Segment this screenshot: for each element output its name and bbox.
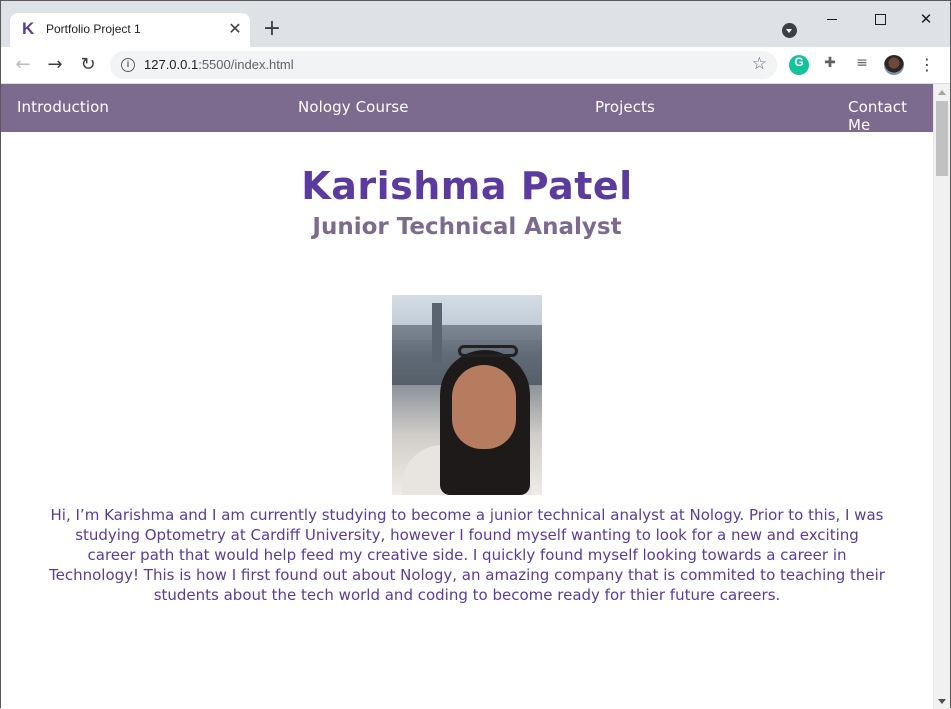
k-favicon-icon: K: [22, 19, 35, 38]
site-nav: Introduction Nology Course Projects Cont…: [1, 84, 933, 134]
scroll-thumb[interactable]: [936, 101, 948, 176]
media-control-icon[interactable]: ≡: [852, 55, 872, 75]
nav-link-nology-course[interactable]: Nology Course: [298, 98, 409, 116]
new-tab-button[interactable]: +: [260, 17, 284, 41]
tab-search-icon[interactable]: [782, 23, 797, 38]
minimize-button[interactable]: [809, 7, 855, 33]
window-close-button[interactable]: ✕: [903, 7, 949, 33]
profile-avatar-icon[interactable]: [884, 55, 904, 75]
page-title: Karishma Patel: [301, 164, 633, 208]
tab-title: Portfolio Project 1: [46, 22, 141, 36]
nav-link-contact[interactable]: Contact Me: [848, 98, 933, 134]
grammarly-icon[interactable]: G: [789, 55, 809, 75]
more-vert-icon[interactable]: ⋮: [917, 55, 937, 75]
photo-tower: [432, 303, 442, 363]
url-path: :5500/index.html: [198, 57, 294, 72]
back-arrow-icon[interactable]: ←: [11, 53, 35, 77]
address-bar[interactable]: i 127.0.0.1:5500/index.html ☆: [110, 51, 777, 79]
profile-photo: [392, 295, 542, 495]
star-icon[interactable]: ☆: [752, 54, 767, 74]
url-text[interactable]: 127.0.0.1:5500/index.html: [144, 57, 294, 72]
browser-window: K Portfolio Project 1 ✕ + ✕ ← → ↻ i 127.…: [0, 0, 951, 709]
maximize-button[interactable]: [857, 7, 903, 33]
photo-face: [452, 365, 516, 449]
browser-toolbar: ← → ↻ i 127.0.0.1:5500/index.html ☆ G ✚ …: [1, 47, 950, 84]
reload-icon[interactable]: ↻: [76, 53, 100, 77]
page-viewport: Introduction Nology Course Projects Cont…: [1, 84, 933, 709]
tab-strip: K Portfolio Project 1 ✕ + ✕: [1, 1, 950, 47]
scroll-down-icon[interactable]: [938, 699, 946, 704]
info-icon[interactable]: i: [121, 58, 135, 72]
bio-paragraph: Hi, I’m Karishma and I am currently stud…: [49, 506, 885, 604]
forward-arrow-icon[interactable]: →: [43, 53, 67, 77]
puzzle-icon[interactable]: ✚: [820, 55, 840, 75]
scroll-up-icon[interactable]: [938, 90, 946, 95]
nav-link-introduction[interactable]: Introduction: [17, 98, 109, 116]
photo-glasses: [458, 345, 518, 357]
page-scrollbar[interactable]: [933, 84, 950, 709]
browser-tab[interactable]: K Portfolio Project 1 ✕: [10, 13, 250, 47]
url-host: 127.0.0.1: [144, 57, 199, 72]
close-icon[interactable]: ✕: [226, 20, 244, 38]
job-title: Junior Technical Analyst: [312, 214, 622, 240]
nav-link-projects[interactable]: Projects: [595, 98, 655, 116]
